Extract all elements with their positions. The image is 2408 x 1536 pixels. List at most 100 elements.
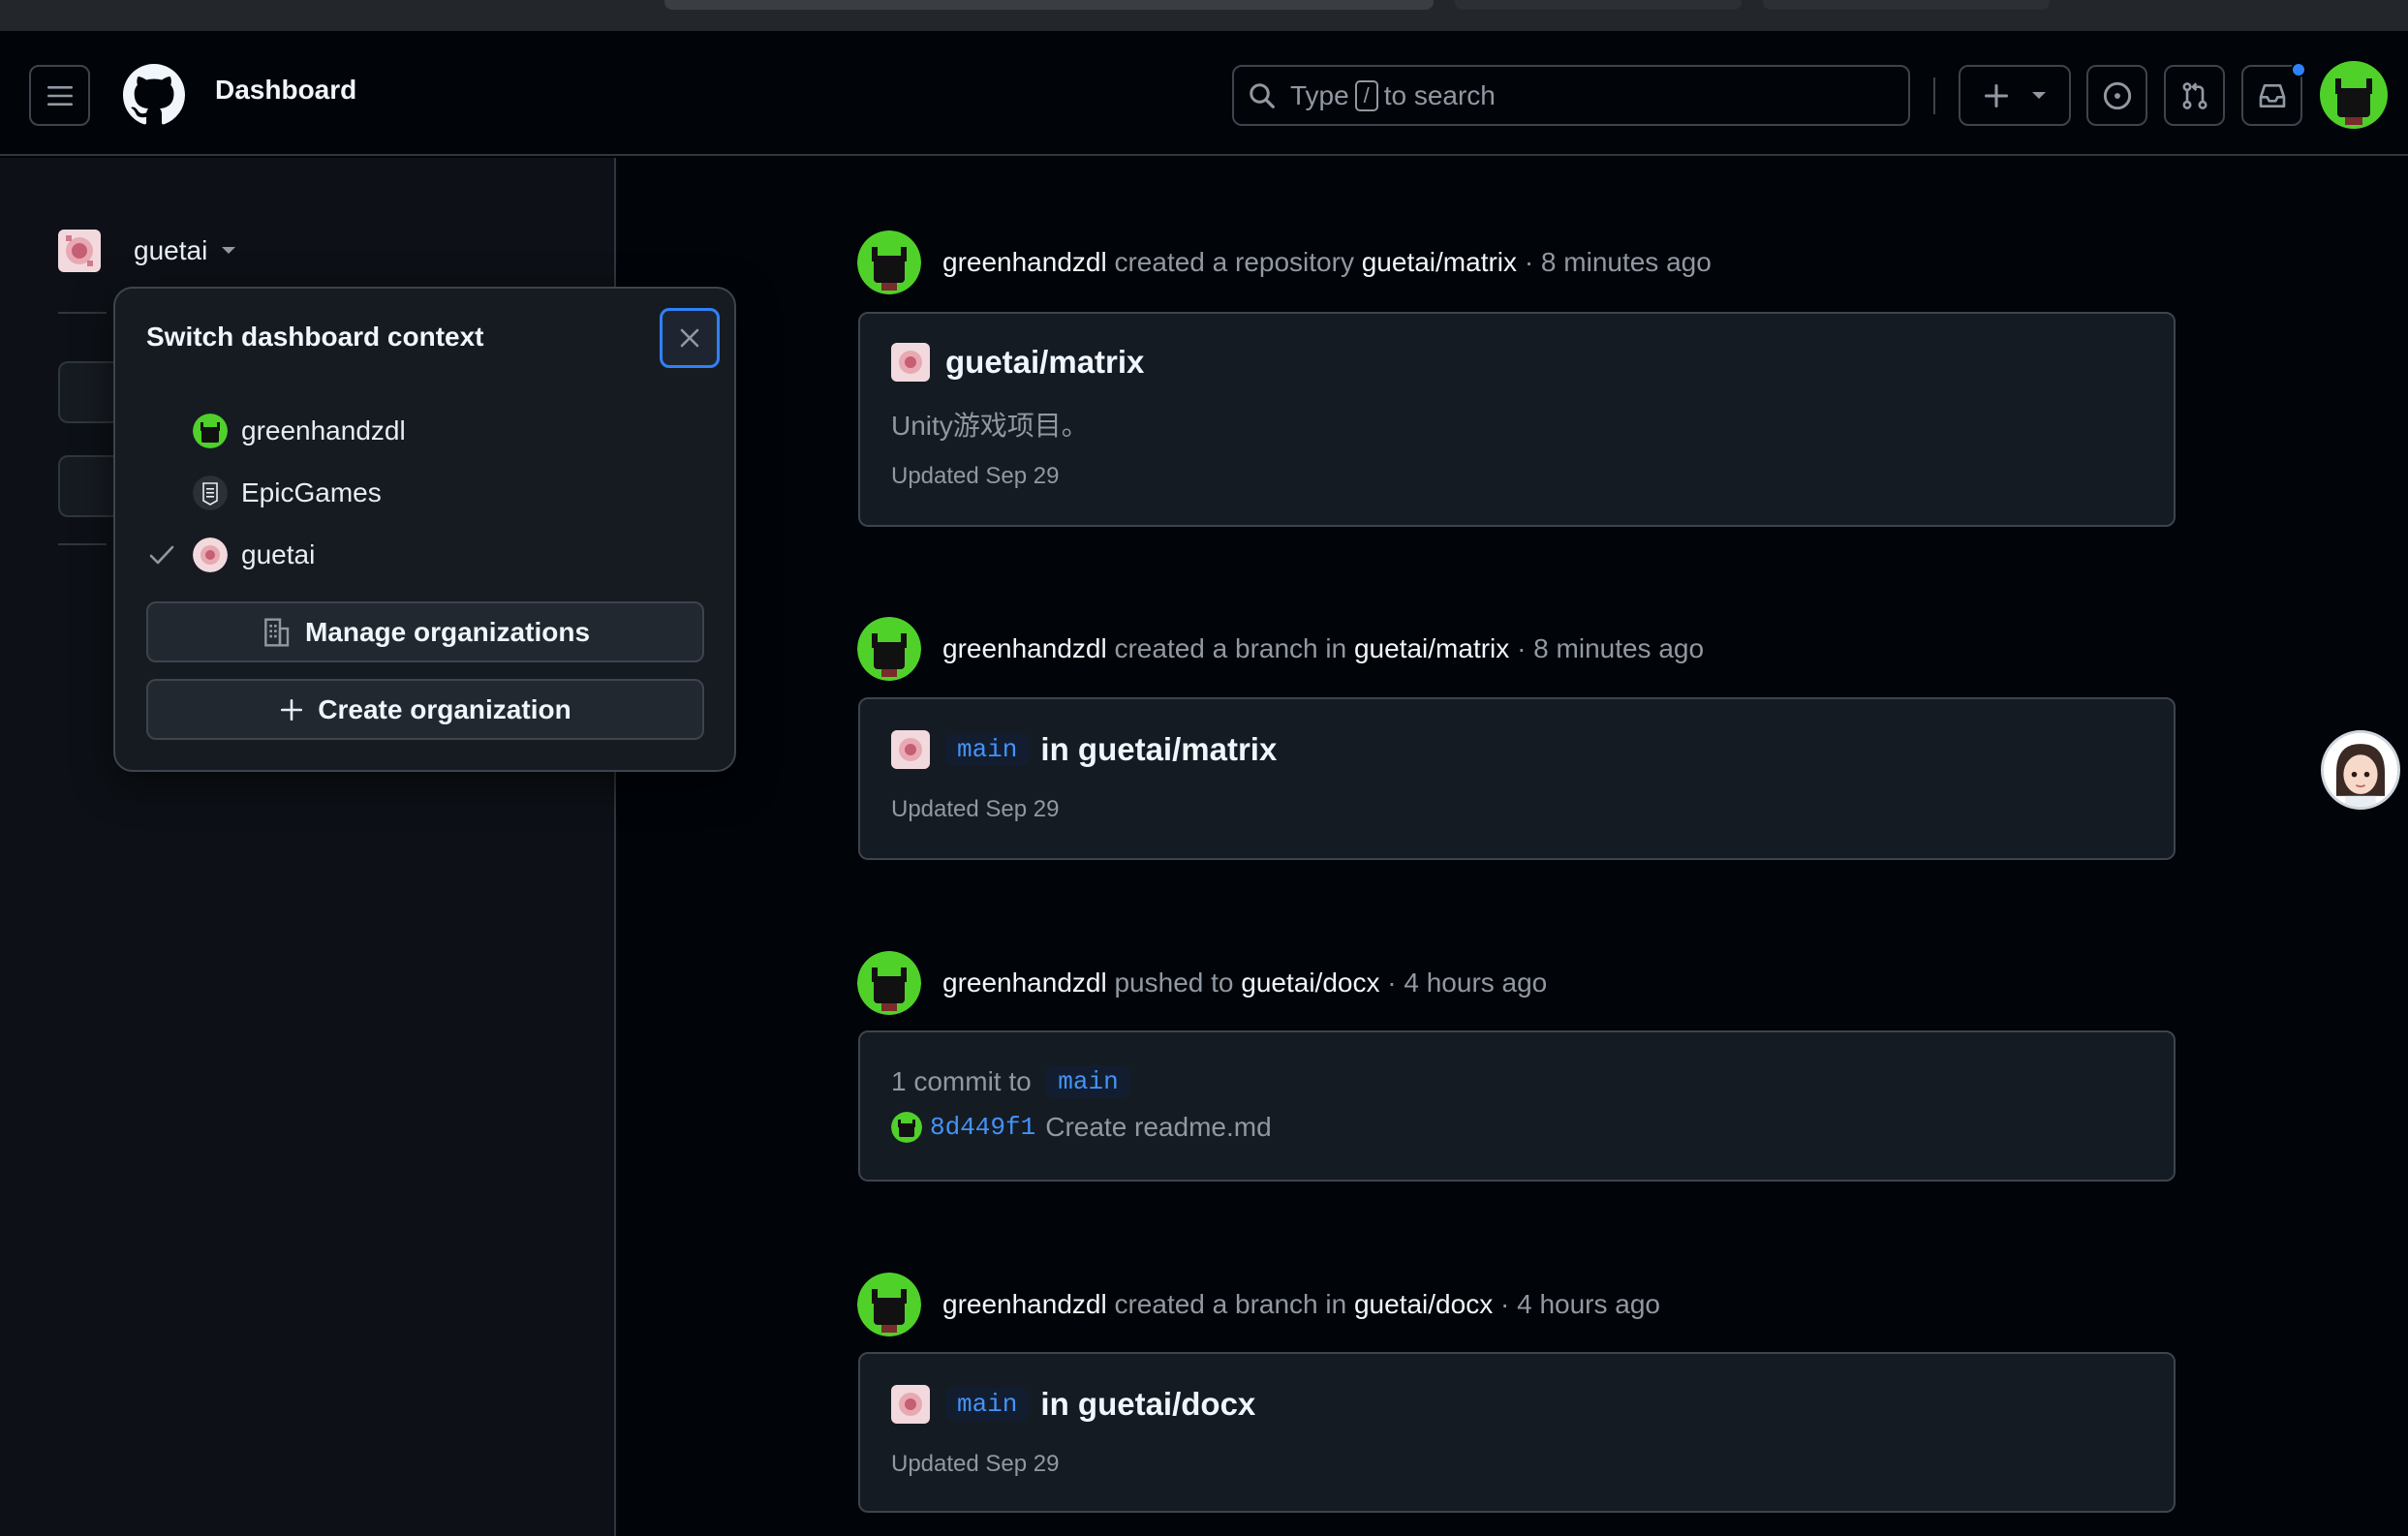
dashboard-context-switcher[interactable]: guetai [58,230,236,272]
search-placeholder-suffix: to search [1383,79,1496,110]
menu-button[interactable] [29,65,90,126]
actor-link[interactable]: greenhandzdl [942,633,1107,664]
org-avatar [891,343,930,382]
triangle-down-icon [222,247,236,254]
repo-name: guetai/matrix [945,344,1145,380]
notification-indicator [2291,62,2306,77]
event-action: created a repository [1114,247,1354,277]
browser-tab-strip [0,0,2408,31]
search-input[interactable]: Type / to search [1232,65,1910,126]
branch-repo: in guetai/docx [1040,1386,1256,1422]
repo-card-title[interactable]: guetai/matrix [891,343,1144,382]
actor-avatar[interactable] [857,230,921,294]
browser-tab-active[interactable] [664,0,1434,10]
org-avatar [891,730,930,769]
context-item-greenhandzdl[interactable]: greenhandzdl [146,407,406,455]
branch-label[interactable]: main [1046,1065,1130,1098]
target-repo-link[interactable]: guetai/docx [1241,968,1379,998]
org-avatar [193,538,228,572]
branch-card: main in guetai/docx Updated Sep 29 [858,1352,2176,1513]
event-time: · 8 minutes ago [1517,633,1705,663]
search-shortcut-key: / [1354,79,1378,111]
issues-button[interactable] [2086,65,2147,126]
branch-card-title[interactable]: main in guetai/matrix [891,730,1277,769]
pull-requests-button[interactable] [2164,65,2225,126]
updated-date: Updated Sep 29 [891,796,1060,822]
switch-context-popover: Switch dashboard context greenhandzdl Ep… [113,287,736,772]
create-new-button[interactable] [1959,65,2071,126]
organization-icon [264,617,290,647]
inbox-icon [2259,83,2285,108]
page-title[interactable]: Dashboard [215,75,356,106]
plus-icon [1984,83,2009,108]
close-button[interactable] [660,308,720,368]
browser-tab[interactable] [1763,0,2050,10]
target-repo-link[interactable]: guetai/matrix [1362,247,1517,278]
assistant-avatar[interactable] [2321,730,2400,810]
repo-card: guetai/matrix Unity游戏项目。 Updated Sep 29 [858,312,2176,527]
create-organization-label: Create organization [318,693,571,724]
push-card: 1 commit to main 8d449f1 Create readme.m… [858,1030,2176,1182]
branch-label[interactable]: main [945,1388,1030,1421]
triangle-down-icon [2032,91,2046,99]
hamburger-icon [46,85,73,106]
context-name: EpicGames [241,477,382,507]
check-placeholder [146,415,177,446]
search-icon [1250,82,1275,108]
actor-avatar[interactable] [857,617,921,681]
repo-description: Unity游戏项目。 [891,411,1089,441]
branch-repo: in guetai/matrix [1040,731,1278,767]
issue-opened-icon [2103,81,2131,109]
commit-row: 8d449f1 Create readme.md [891,1112,1272,1143]
actor-link[interactable]: greenhandzdl [942,1289,1107,1320]
updated-date: Updated Sep 29 [891,1451,1060,1477]
manage-organizations-label: Manage organizations [304,616,591,647]
context-name: guetai [241,539,316,569]
feed-event-header: greenhandzdl created a repository guetai… [857,230,1712,294]
global-header: Dashboard Type / to search [0,31,2408,156]
org-avatar [891,1385,930,1424]
event-time: · 4 hours ago [1499,1289,1660,1319]
branch-card-title[interactable]: main in guetai/docx [891,1385,1255,1424]
browser-tab[interactable] [1455,0,1742,10]
feed-event-header: greenhandzdl created a branch in guetai/… [857,617,1704,681]
org-avatar [58,230,101,272]
actor-link[interactable]: greenhandzdl [942,247,1107,278]
event-action: created a branch in [1114,633,1347,663]
event-time: · 4 hours ago [1387,968,1548,998]
event-action: pushed to [1114,968,1234,998]
author-avatar [891,1112,922,1143]
popover-title: Switch dashboard context [146,322,484,352]
branch-label[interactable]: main [945,733,1030,766]
commit-count: 1 commit to [891,1066,1032,1096]
updated-date: Updated Sep 29 [891,463,1060,489]
context-name: greenhandzdl [241,415,406,445]
event-action: created a branch in [1114,1289,1347,1319]
target-repo-link[interactable]: guetai/matrix [1354,633,1509,664]
target-repo-link[interactable]: guetai/docx [1354,1289,1493,1320]
commit-sha-link[interactable]: 8d449f1 [930,1113,1035,1142]
context-item-epicgames[interactable]: EpicGames [146,469,382,517]
plus-icon [281,698,303,721]
check-icon [146,539,177,570]
github-logo-icon[interactable] [123,64,185,126]
context-name: guetai [134,235,208,265]
epicgames-avatar [193,476,228,510]
create-organization-button[interactable]: Create organization [146,679,704,740]
sidebar-divider [58,312,107,314]
commit-summary: 1 commit to main [891,1065,1142,1098]
actor-avatar[interactable] [857,1273,921,1336]
user-avatar[interactable] [2320,61,2388,129]
actor-avatar[interactable] [857,951,921,1015]
feed-event-header: greenhandzdl pushed to guetai/docx · 4 h… [857,951,1547,1015]
manage-organizations-button[interactable]: Manage organizations [146,601,704,662]
sidebar-button-partial[interactable] [58,361,116,423]
search-placeholder-prefix: Type [1290,79,1349,110]
sidebar-button-partial[interactable] [58,455,116,517]
close-icon [680,328,699,348]
user-avatar [193,414,228,448]
commit-message[interactable]: Create readme.md [1045,1112,1271,1143]
context-item-guetai[interactable]: guetai [146,531,315,579]
actor-link[interactable]: greenhandzdl [942,968,1107,998]
sidebar-divider [58,543,107,545]
